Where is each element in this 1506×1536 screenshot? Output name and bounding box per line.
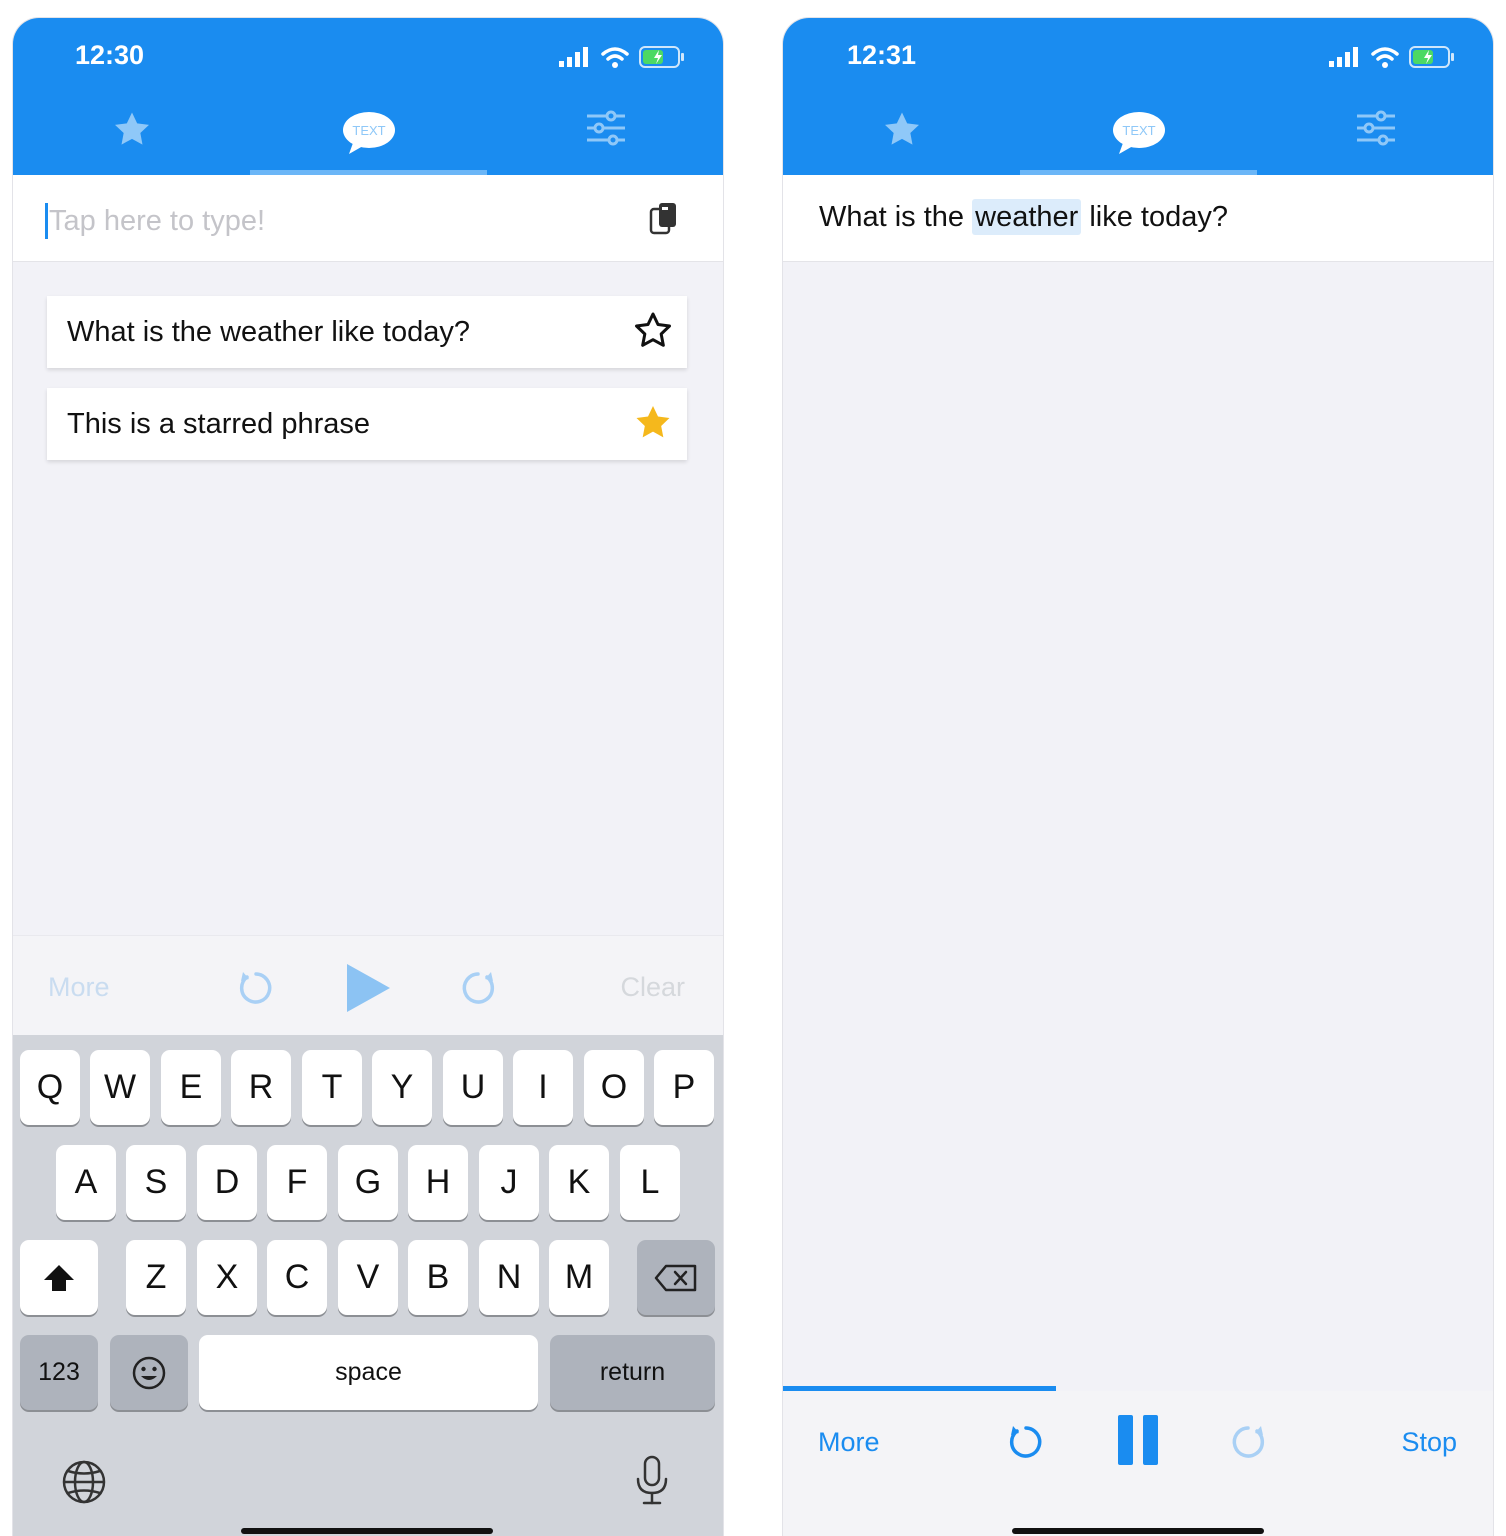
key-a[interactable]: A [56,1145,116,1220]
text-bubble-icon: TEXT [1112,112,1165,154]
wifi-icon [601,47,629,68]
numbers-key[interactable]: 123 [20,1335,98,1410]
key-v[interactable]: V [338,1240,398,1315]
battery-icon [1409,46,1454,68]
key-z[interactable]: Z [126,1240,186,1315]
phrase-text: What is the weather like today? [67,316,470,348]
emoji-icon [132,1356,166,1389]
star-filled-icon[interactable] [633,403,673,443]
globe-icon[interactable] [61,1459,107,1505]
phrase-item[interactable]: What is the weather like today? [47,296,687,368]
more-button[interactable]: More [48,972,110,1003]
status-time: 12:30 [75,40,145,70]
wifi-icon [1371,47,1399,68]
shift-icon [44,1264,74,1291]
paste-icon[interactable] [649,201,679,237]
keyboard: Q W E R T Y U I O P A S D F G H J K L Z … [13,1035,723,1536]
return-key[interactable]: return [550,1335,715,1410]
key-s[interactable]: S [126,1145,186,1220]
key-c[interactable]: C [267,1240,327,1315]
key-i[interactable]: I [513,1050,573,1125]
sliders-icon [586,110,625,146]
key-p[interactable]: P [654,1050,714,1125]
status-time: 12:31 [847,40,917,70]
key-d[interactable]: D [197,1145,257,1220]
playback-controls: More Clear [13,935,723,1036]
rewind-icon[interactable] [1007,1423,1045,1461]
phrase-item[interactable]: This is a starred phrase [47,388,687,460]
playback-controls: More Stop [783,1391,1493,1536]
key-r[interactable]: R [231,1050,291,1125]
text-cursor [45,203,48,239]
tab-text[interactable]: TEXT [250,110,487,175]
key-e[interactable]: E [161,1050,221,1125]
text-input-row[interactable]: Tap here to type! [13,175,723,262]
text-bubble-label: TEXT [352,123,385,138]
star-icon [114,112,149,145]
emoji-key[interactable] [110,1335,188,1410]
pause-icon[interactable] [1116,1413,1160,1467]
status-icons [1329,46,1455,68]
star-outline-icon[interactable] [633,311,673,351]
clear-button[interactable]: Clear [620,972,685,1003]
stop-button[interactable]: Stop [1401,1427,1457,1458]
microphone-icon[interactable] [635,1455,669,1507]
key-y[interactable]: Y [372,1050,432,1125]
key-f[interactable]: F [267,1145,327,1220]
battery-icon [639,46,684,68]
tab-settings[interactable] [1257,110,1493,175]
forward-icon[interactable] [459,969,497,1007]
phone-screen-left: 12:30 TEXT Tap here to type! What is the… [13,18,723,1536]
key-t[interactable]: T [302,1050,362,1125]
key-n[interactable]: N [479,1240,539,1315]
tab-favorites[interactable] [13,110,250,175]
delete-key[interactable] [637,1240,715,1315]
home-indicator [241,1528,493,1534]
star-icon [884,112,919,145]
reading-text-row: What is the weather like today? [783,175,1493,262]
tab-favorites[interactable] [783,110,1020,175]
status-icons [559,46,685,68]
sliders-icon [1356,110,1395,146]
top-bar: 12:31 TEXT [783,18,1493,175]
reading-text-before: What is the [819,201,973,233]
phone-screen-right: 12:31 TEXT What is the weather like toda… [783,18,1493,1536]
key-k[interactable]: K [549,1145,609,1220]
forward-icon[interactable] [1229,1423,1267,1461]
reading-text-after: like today? [1081,201,1228,233]
shift-key[interactable] [20,1240,98,1315]
reading-highlight-word: weather [972,199,1082,235]
key-m[interactable]: M [549,1240,609,1315]
tab-settings[interactable] [487,110,723,175]
key-o[interactable]: O [584,1050,644,1125]
text-bubble-icon: TEXT [342,112,395,154]
key-u[interactable]: U [443,1050,503,1125]
more-button[interactable]: More [818,1427,880,1458]
text-input-placeholder[interactable]: Tap here to type! [49,205,265,238]
key-b[interactable]: B [408,1240,468,1315]
key-q[interactable]: Q [20,1050,80,1125]
key-h[interactable]: H [408,1145,468,1220]
text-bubble-label: TEXT [1122,123,1155,138]
key-g[interactable]: G [338,1145,398,1220]
key-x[interactable]: X [197,1240,257,1315]
key-j[interactable]: J [479,1145,539,1220]
delete-icon [654,1264,697,1291]
key-l[interactable]: L [620,1145,680,1220]
top-bar: 12:30 TEXT [13,18,723,175]
signal-icon [559,47,588,67]
home-indicator [1012,1528,1264,1534]
tab-text[interactable]: TEXT [1020,110,1257,175]
phrase-text: This is a starred phrase [67,408,371,440]
rewind-icon[interactable] [237,969,275,1007]
space-key[interactable]: space [199,1335,538,1410]
play-icon[interactable] [343,961,393,1015]
reading-text: What is the weather like today? [819,199,1228,235]
key-w[interactable]: W [90,1050,150,1125]
signal-icon [1329,47,1358,67]
